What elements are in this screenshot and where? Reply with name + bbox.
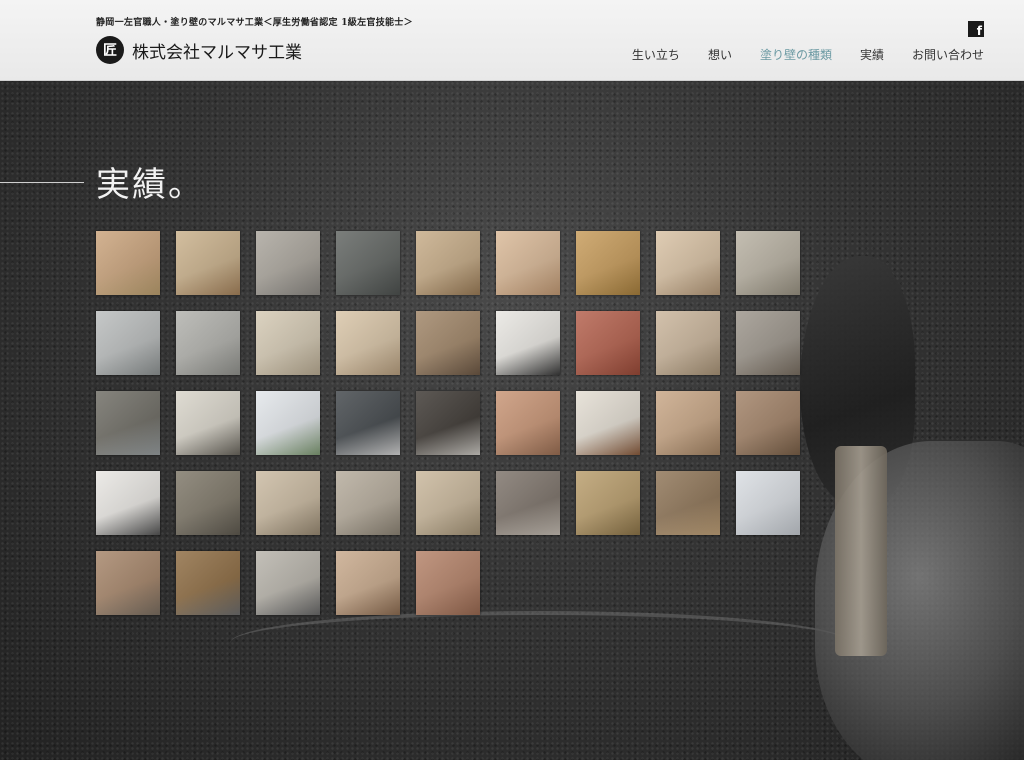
work-thumbnail[interactable] (656, 231, 720, 295)
work-thumbnail[interactable] (736, 231, 800, 295)
nav-item-1[interactable]: 想い (708, 46, 732, 63)
work-thumbnail[interactable] (656, 311, 720, 375)
work-thumbnail[interactable] (496, 231, 560, 295)
work-thumbnail[interactable] (416, 471, 480, 535)
work-thumbnail[interactable] (176, 551, 240, 615)
works-gallery (96, 231, 800, 615)
facebook-icon[interactable]: f (968, 21, 984, 37)
work-thumbnail[interactable] (416, 311, 480, 375)
site-tagline: 静岡一左官職人・塗り壁のマルマサ工業＜厚生労働省認定 1級左官技能士＞ (96, 18, 413, 28)
main-nav: 生い立ち 想い 塗り壁の種類 実績 お問い合わせ (604, 46, 984, 63)
work-thumbnail[interactable] (416, 231, 480, 295)
work-thumbnail[interactable] (576, 311, 640, 375)
work-thumbnail[interactable] (176, 231, 240, 295)
company-name: 株式会社マルマサ工業 (132, 42, 302, 63)
work-thumbnail[interactable] (736, 311, 800, 375)
work-thumbnail[interactable] (176, 391, 240, 455)
work-thumbnail[interactable] (96, 231, 160, 295)
work-thumbnail[interactable] (96, 471, 160, 535)
work-thumbnail[interactable] (576, 231, 640, 295)
work-thumbnail[interactable] (416, 391, 480, 455)
section-title: 実績。 (96, 165, 204, 205)
work-thumbnail[interactable] (736, 391, 800, 455)
work-thumbnail[interactable] (336, 391, 400, 455)
work-thumbnail[interactable] (176, 311, 240, 375)
work-thumbnail[interactable] (256, 471, 320, 535)
work-thumbnail[interactable] (496, 471, 560, 535)
nav-item-0[interactable]: 生い立ち (632, 46, 680, 63)
work-thumbnail[interactable] (576, 391, 640, 455)
company-logo[interactable]: 匠 株式会社マルマサ工業 (96, 36, 302, 64)
nav-item-3[interactable]: 実績 (860, 46, 884, 63)
work-thumbnail[interactable] (336, 311, 400, 375)
work-thumbnail[interactable] (336, 231, 400, 295)
trowel-stroke-decoration (230, 611, 850, 675)
work-thumbnail[interactable] (416, 551, 480, 615)
work-thumbnail[interactable] (496, 391, 560, 455)
work-thumbnail[interactable] (176, 471, 240, 535)
work-thumbnail[interactable] (96, 551, 160, 615)
title-rule (0, 182, 84, 183)
work-thumbnail[interactable] (336, 471, 400, 535)
work-thumbnail[interactable] (336, 551, 400, 615)
work-thumbnail[interactable] (256, 311, 320, 375)
nav-item-2[interactable]: 塗り壁の種類 (760, 46, 832, 63)
work-thumbnail[interactable] (96, 391, 160, 455)
hero-stage: 実績。 (0, 81, 1024, 760)
work-thumbnail[interactable] (496, 311, 560, 375)
company-logo-icon: 匠 (96, 36, 124, 64)
work-thumbnail[interactable] (656, 471, 720, 535)
work-thumbnail[interactable] (656, 391, 720, 455)
site-header: 静岡一左官職人・塗り壁のマルマサ工業＜厚生労働省認定 1級左官技能士＞ 匠 株式… (0, 0, 1024, 81)
work-thumbnail[interactable] (576, 471, 640, 535)
work-thumbnail[interactable] (256, 551, 320, 615)
trowel-handle-image (835, 446, 887, 656)
work-thumbnail[interactable] (256, 231, 320, 295)
work-thumbnail[interactable] (256, 391, 320, 455)
nav-item-4[interactable]: お問い合わせ (912, 46, 984, 63)
work-thumbnail[interactable] (96, 311, 160, 375)
work-thumbnail[interactable] (736, 471, 800, 535)
